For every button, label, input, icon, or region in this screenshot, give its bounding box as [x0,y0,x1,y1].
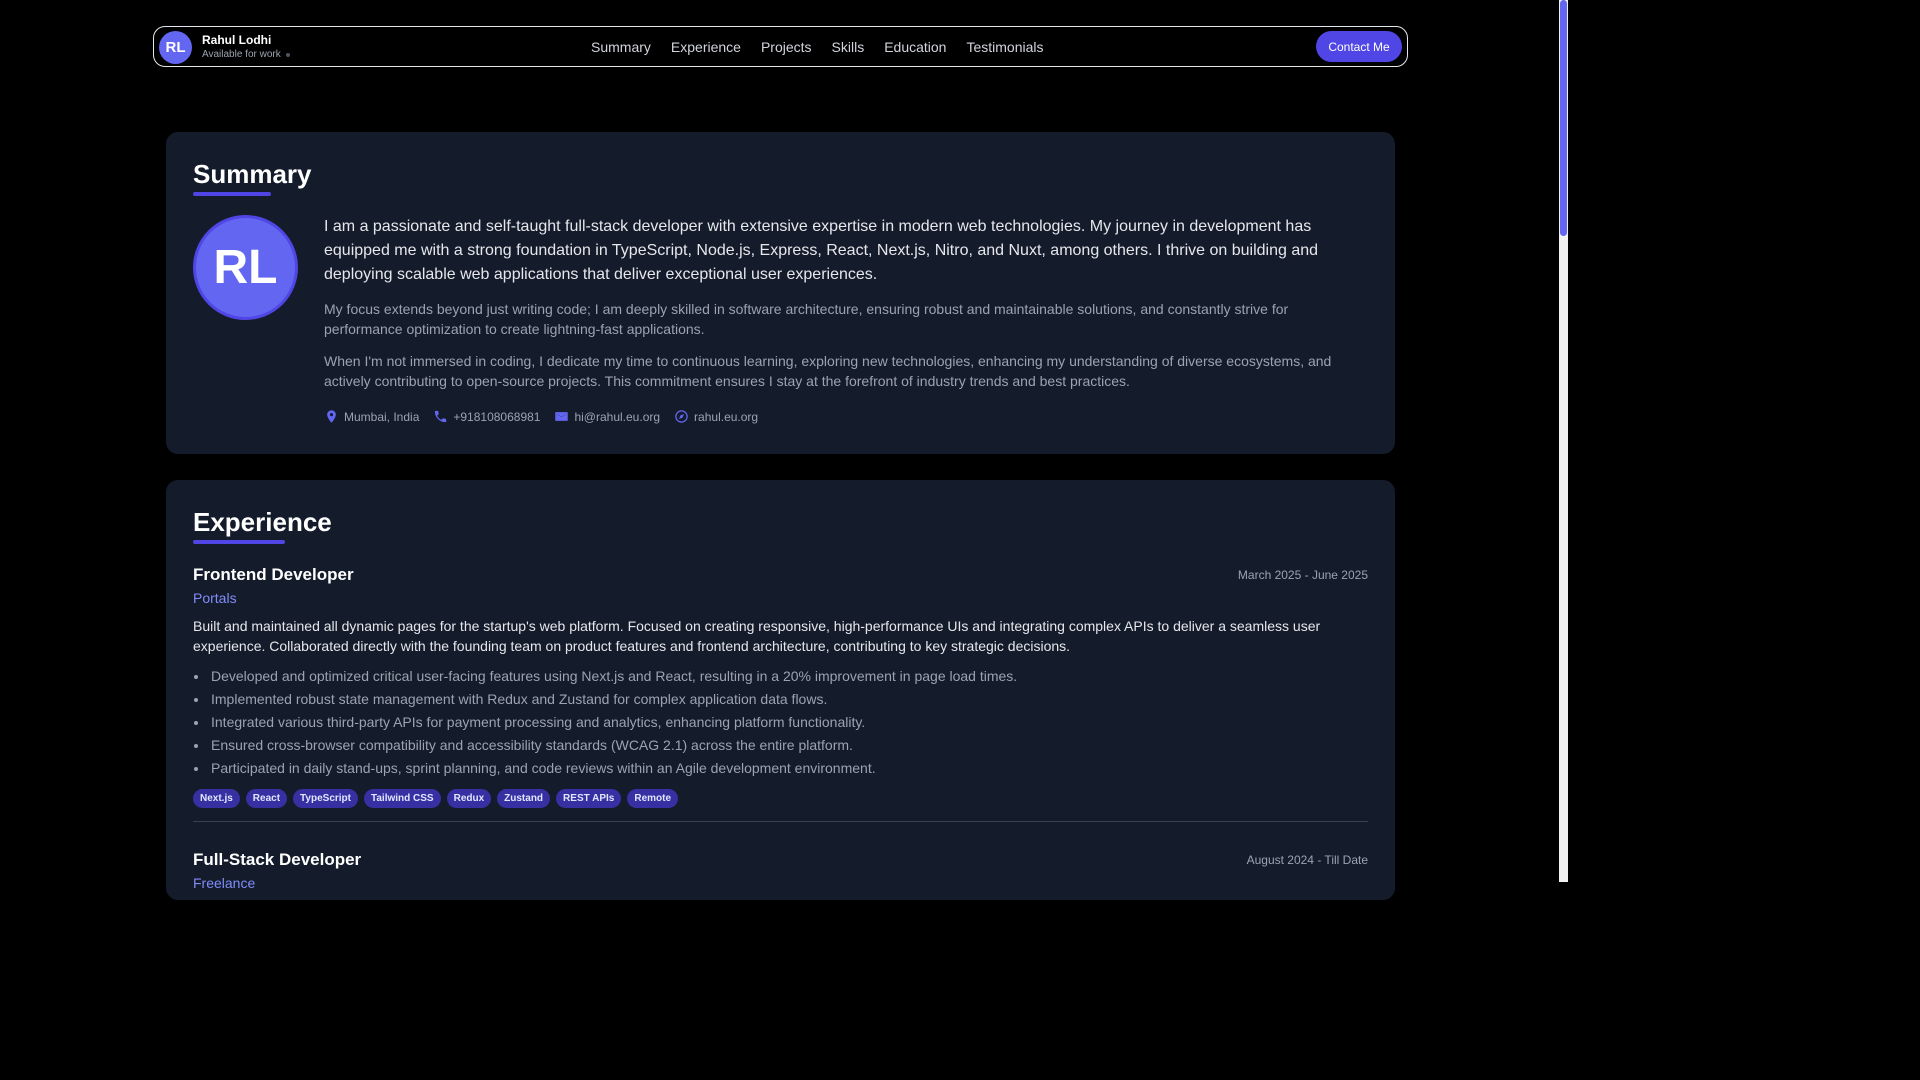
achievement-item: Participated in daily stand-ups, sprint … [193,757,1368,780]
title-underline [193,540,285,544]
experience-section: Experience Frontend Developer Portals Ma… [166,480,1395,900]
tech-tag: Remote [627,789,679,808]
main-nav: Summary Experience Projects Skills Educa… [591,39,1064,55]
profile-avatar: RL [193,215,298,320]
achievement-item: Implemented robust state management with… [193,688,1368,711]
contact-me-button[interactable]: Contact Me [1316,31,1402,62]
section-title: Experience [193,507,332,537]
summary-intro: I am a passionate and self-taught full-s… [324,218,1319,283]
email-text: hi@rahul.eu.org [574,409,661,424]
website-text: rahul.eu.org [694,409,759,424]
job-description: Built and maintained all dynamic pages f… [193,618,1321,654]
navbar: RL Rahul Lodhi Available for work Summar… [153,26,1408,67]
contact-info: Mumbai, India +918108068981 hi@rahul.eu.… [324,409,772,424]
achievement-item: Developed and optimized critical user-fa… [193,665,1368,688]
company-name: Freelance [193,875,256,891]
job-title: Full-Stack Developer [193,850,362,869]
website[interactable]: rahul.eu.org [674,409,758,424]
phone[interactable]: +918108068981 [433,409,540,424]
status-dot-icon [285,52,290,57]
location-pin-icon [327,410,336,423]
nav-link-summary[interactable]: Summary [591,39,651,55]
experience-item: Frontend Developer Portals March 2025 - … [193,565,1368,808]
nav-link-skills[interactable]: Skills [832,39,865,55]
summary-paragraph: When I'm not immersed in coding, I dedic… [324,353,1332,389]
job-dates: August 2024 - Till Date [1246,853,1368,867]
profile-name: Rahul Lodhi [202,33,272,47]
tech-tag: Zustand [497,789,551,808]
achievement-item: Integrated various third-party APIs for … [193,711,1368,734]
summary-paragraph: My focus extends beyond just writing cod… [324,301,1289,337]
nav-link-experience[interactable]: Experience [671,39,741,55]
tech-tag: REST APIs [556,789,622,808]
availability-status: Available for work [202,49,290,60]
nav-link-testimonials[interactable]: Testimonials [966,39,1043,55]
tech-tag: Next.js [193,789,240,808]
scrollbar-thumb[interactable] [1560,0,1567,236]
achievement-item: Ensured cross-browser compatibility and … [193,734,1368,757]
title-underline [193,192,271,196]
job-achievements: Developed and optimized critical user-fa… [193,665,1368,780]
location-text: Mumbai, India [344,409,420,424]
nav-link-education[interactable]: Education [884,39,946,55]
email[interactable]: hi@rahul.eu.org [554,409,660,424]
tech-tags: Next.js React TypeScript Tailwind CSS Re… [193,789,1368,808]
tech-tag: TypeScript [293,789,358,808]
job-dates: March 2025 - June 2025 [1237,568,1368,582]
phone-text: +918108068981 [453,409,541,424]
summary-section: Summary RL I am a passionate and self-ta… [166,132,1395,454]
availability-label: Available for work [202,49,281,60]
section-title: Summary [193,159,312,189]
avatar[interactable]: RL [159,31,192,64]
phone-icon [435,410,447,423]
compass-icon [675,410,688,423]
location: Mumbai, India [324,409,419,424]
nav-link-projects[interactable]: Projects [761,39,812,55]
tech-tag: Redux [446,789,492,808]
tech-tag: React [245,789,288,808]
job-title: Frontend Developer [193,565,354,584]
company-name: Portals [193,590,237,606]
experience-item: Full-Stack Developer Freelance August 20… [193,850,1368,891]
tech-tag: Tailwind CSS [363,789,441,808]
divider [193,821,1368,822]
mail-icon [555,412,569,421]
